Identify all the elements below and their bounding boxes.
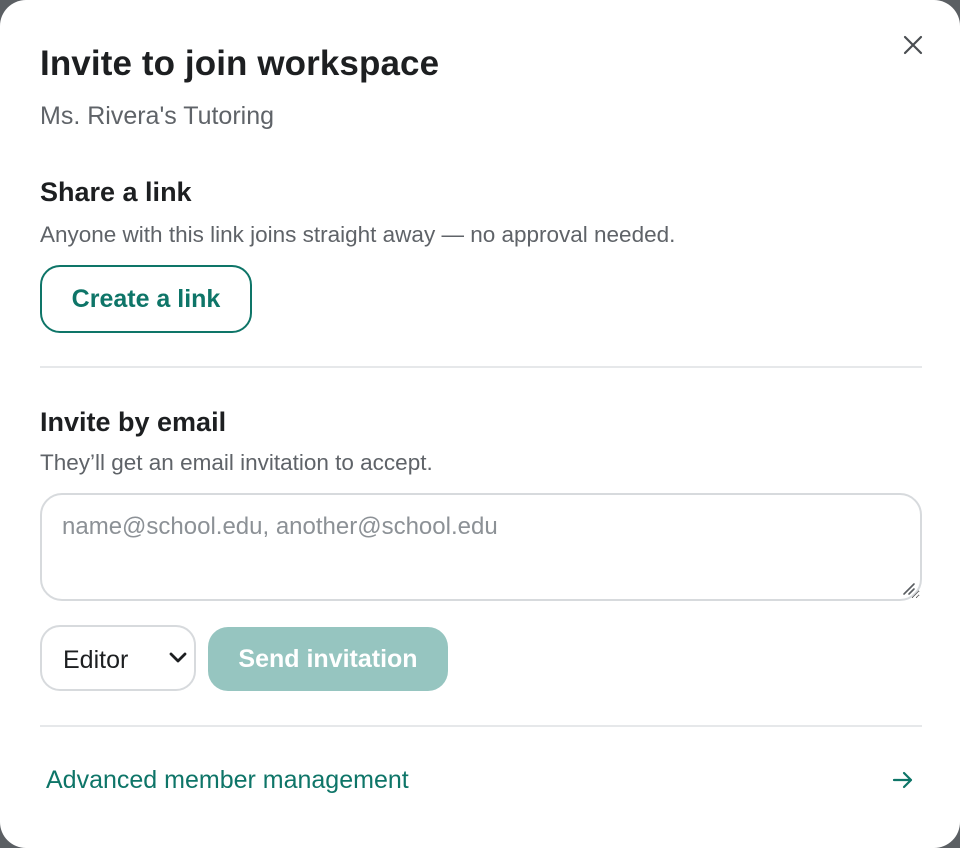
chevron-down-icon bbox=[169, 652, 187, 663]
workspace-name: Ms. Rivera's Tutoring bbox=[40, 102, 275, 130]
create-link-button[interactable]: Create a link bbox=[40, 265, 252, 333]
invite-dialog: Invite to join workspace Ms. Rivera's Tu… bbox=[0, 0, 960, 848]
advanced-member-management-label: Advanced member management bbox=[46, 766, 409, 794]
advanced-member-management-link[interactable]: Advanced member management bbox=[40, 752, 922, 810]
arrow-right-icon bbox=[892, 771, 913, 789]
share-link-heading: Share a link bbox=[40, 177, 192, 207]
section-divider bbox=[40, 366, 922, 368]
dialog-title: Invite to join workspace bbox=[40, 44, 440, 83]
role-select-value: Editor bbox=[63, 646, 129, 674]
close-icon bbox=[903, 35, 923, 55]
role-select[interactable]: Editor bbox=[40, 625, 196, 691]
close-button[interactable] bbox=[896, 28, 930, 62]
share-link-description: Anyone with this link joins straight awa… bbox=[40, 222, 676, 247]
email-addresses-input[interactable] bbox=[40, 493, 922, 601]
send-invitation-button[interactable]: Send invitation bbox=[208, 627, 448, 691]
invite-email-heading: Invite by email bbox=[40, 407, 227, 437]
invite-email-description: They’ll get an email invitation to accep… bbox=[40, 450, 433, 475]
footer-divider bbox=[40, 725, 922, 727]
